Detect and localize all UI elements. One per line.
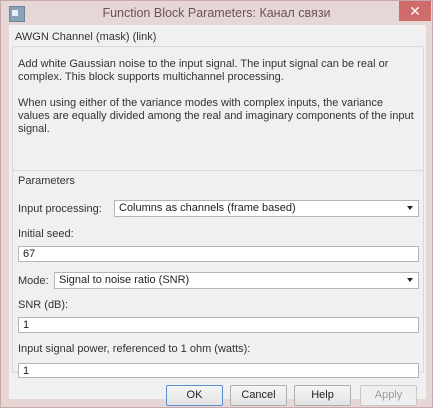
description-line: complex. This block supports multichanne… <box>18 71 284 83</box>
description-line: signal. <box>18 123 50 135</box>
description-group: Add white Gaussian noise to the input si… <box>12 46 424 171</box>
mode-value: Signal to noise ratio (SNR) <box>59 274 190 286</box>
mode-select[interactable]: Signal to noise ratio (SNR) <box>54 272 419 289</box>
window-title: Function Block Parameters: Канал связи <box>102 6 331 20</box>
description-line: When using either of the variance modes … <box>18 97 384 109</box>
initial-seed-label: Initial seed: <box>18 228 74 240</box>
description-line: values are equally divided among the rea… <box>18 110 414 122</box>
parameters-title: Parameters <box>18 175 75 187</box>
title-bar[interactable]: Function Block Parameters: Канал связи ✕ <box>1 1 432 25</box>
description-line: Add white Gaussian noise to the input si… <box>18 58 389 70</box>
snr-field[interactable]: 1 <box>18 317 419 333</box>
cancel-button[interactable]: Cancel <box>230 385 287 406</box>
close-button[interactable]: ✕ <box>399 1 431 21</box>
chevron-down-icon <box>407 206 413 210</box>
ok-button[interactable]: OK <box>166 385 223 406</box>
input-power-label: Input signal power, referenced to 1 ohm … <box>18 343 251 355</box>
input-processing-value: Columns as channels (frame based) <box>119 202 296 214</box>
input-processing-select[interactable]: Columns as channels (frame based) <box>114 200 419 217</box>
help-button[interactable]: Help <box>294 385 351 406</box>
dialog-window: Function Block Parameters: Канал связи ✕… <box>0 0 433 408</box>
snr-label: SNR (dB): <box>18 299 69 311</box>
chevron-down-icon <box>407 278 413 282</box>
dialog-content: AWGN Channel (mask) (link) Add white Gau… <box>9 25 426 406</box>
initial-seed-field[interactable]: 67 <box>18 246 419 262</box>
parameters-group: Parameters Input processing: Columns as … <box>12 170 424 378</box>
mask-title: AWGN Channel (mask) (link) <box>15 31 157 43</box>
input-processing-label: Input processing: <box>18 203 102 215</box>
input-power-field[interactable]: 1 <box>18 363 419 378</box>
close-icon: ✕ <box>409 3 421 19</box>
mode-label: Mode: <box>18 275 49 287</box>
apply-button[interactable]: Apply <box>360 385 417 406</box>
